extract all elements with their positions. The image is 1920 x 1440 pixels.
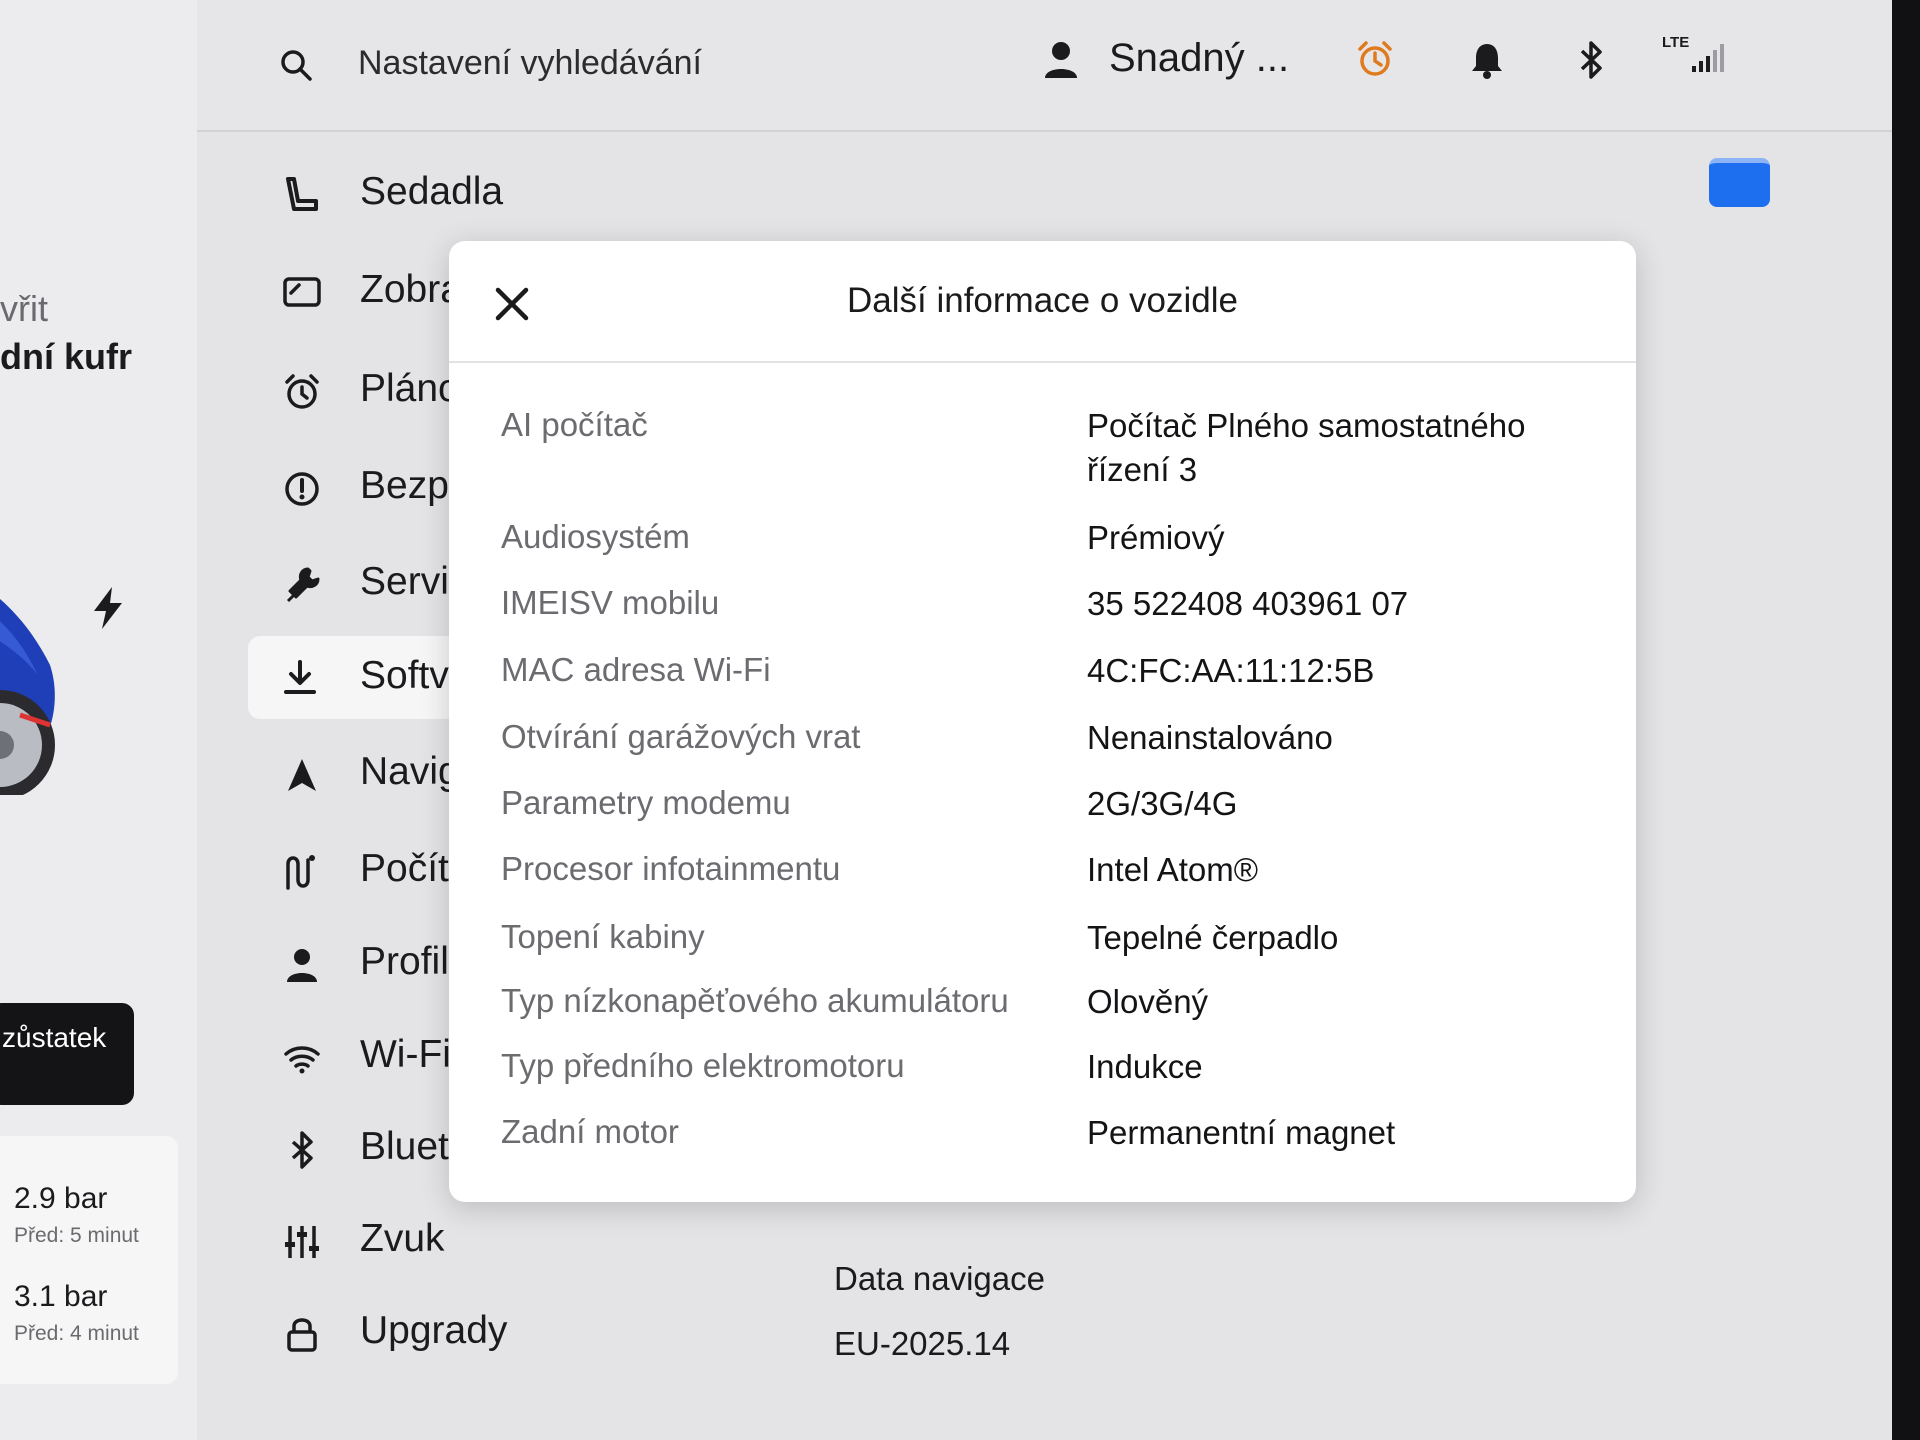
lock-icon [287, 1318, 317, 1352]
tire-pressure-time: Před: 5 minut [14, 1224, 139, 1247]
blue-action-button[interactable] [1709, 158, 1770, 207]
info-label: Topení kabiny [501, 918, 705, 955]
wrench-icon [286, 567, 320, 603]
info-label: IMEISV mobilu [501, 584, 720, 621]
charging-bolt-icon [94, 587, 122, 629]
menu-label: Softv [360, 654, 449, 697]
signal-strength-icon [1692, 44, 1724, 72]
info-value: 35 522408 403961 07 [1087, 585, 1409, 622]
navigation-arrow-icon [288, 759, 316, 791]
vehicle-info-dialog: Další informace o vozidle AI počítač Poč… [449, 241, 1636, 1202]
menu-label: Servi [360, 560, 449, 603]
trunk-label[interactable]: dní kufr [0, 336, 132, 378]
person-icon [287, 949, 317, 982]
tire-pressure-value: 2.9 bar [14, 1182, 108, 1215]
info-value: Prémiový [1087, 519, 1225, 556]
screen-edge [1892, 0, 1920, 1440]
profile-icon[interactable] [1043, 40, 1079, 80]
seat-icon [286, 177, 318, 211]
tire-pressure-value: 3.1 bar [14, 1280, 108, 1313]
bell-icon[interactable] [1470, 41, 1504, 79]
alarm-clock-icon [285, 374, 319, 409]
menu-label: Profil [360, 940, 449, 983]
network-type-label: LTE [1662, 34, 1690, 51]
search-input[interactable]: Nastavení vyhledávání [358, 44, 702, 83]
info-value: 2G/3G/4G [1087, 785, 1238, 822]
route-icon [286, 855, 315, 890]
info-label: Procesor infotainmentu [501, 850, 841, 887]
remaining-range-button[interactable]: zůstatek [0, 1003, 134, 1105]
info-value: Indukce [1087, 1048, 1203, 1085]
info-value: 4C:FC:AA:11:12:5B [1087, 652, 1375, 689]
open-trunk-label[interactable]: vřit [0, 288, 48, 330]
menu-label: Navig [360, 750, 460, 793]
info-value: Tepelné čerpadlo [1087, 919, 1339, 956]
info-label: Otvírání garážových vrat [501, 718, 861, 755]
info-label: Typ nízkonapěťového akumulátoru [501, 982, 1009, 1019]
info-label: Zadní motor [501, 1113, 679, 1150]
alarm-clock-icon[interactable] [1356, 40, 1394, 78]
exclamation-circle-icon [285, 472, 319, 506]
menu-item-upgrady[interactable]: Upgrady [250, 1297, 810, 1367]
dialog-header: Další informace o vozidle [449, 241, 1636, 363]
navigation-data-title: Data navigace [834, 1260, 1045, 1297]
info-label: Audiosystém [501, 518, 690, 555]
menu-item-sedadla[interactable]: Sedadla [250, 158, 810, 228]
sliders-icon [285, 1226, 319, 1258]
menu-label: Počít [360, 847, 449, 890]
info-label: Typ předního elektromotoru [501, 1047, 905, 1084]
dialog-title: Další informace o vozidle [847, 281, 1238, 320]
info-value: Permanentní magnet [1087, 1114, 1396, 1151]
wifi-icon [284, 1046, 320, 1074]
download-icon [284, 660, 316, 694]
info-label: AI počítač [501, 406, 648, 443]
vehicle-panel: vřit dní kufr zůstatek 2.9 bar Před: 5 m… [0, 0, 197, 1440]
info-value: Intel Atom® [1087, 851, 1259, 888]
menu-label: Sedadla [360, 170, 504, 213]
tire-pressure-card: 2.9 bar Před: 5 minut 3.1 bar Před: 4 mi… [0, 1136, 178, 1384]
car-image [0, 599, 55, 795]
menu-label: Bezp [360, 464, 449, 507]
info-value: Nenainstalováno [1087, 719, 1333, 756]
menu-label: Pláno [360, 367, 460, 410]
tire-pressure-time: Před: 4 minut [14, 1322, 139, 1345]
navigation-data-version: EU-2025.14 [834, 1325, 1011, 1362]
menu-item-zvuk[interactable]: Zvuk [250, 1205, 810, 1275]
remaining-label: zůstatek [2, 1022, 107, 1053]
menu-label: Zvuk [360, 1217, 445, 1260]
menu-label: Bluet [360, 1125, 449, 1168]
driver-profile-name[interactable]: Snadný ... [1109, 36, 1289, 81]
info-label: Parametry modemu [501, 784, 791, 821]
info-label: MAC adresa Wi-Fi [501, 651, 771, 688]
search-icon[interactable] [279, 48, 313, 82]
menu-label: Upgrady [360, 1309, 508, 1352]
menu-label: Zobra [360, 268, 462, 311]
info-value: Počítač Plného samostatného řízení 3 [1087, 407, 1526, 488]
menu-label: Wi-Fi [360, 1033, 451, 1076]
info-value: Olověný [1087, 983, 1209, 1020]
display-icon [283, 277, 321, 307]
bluetooth-icon [291, 1131, 313, 1169]
bluetooth-icon[interactable] [1575, 39, 1607, 81]
